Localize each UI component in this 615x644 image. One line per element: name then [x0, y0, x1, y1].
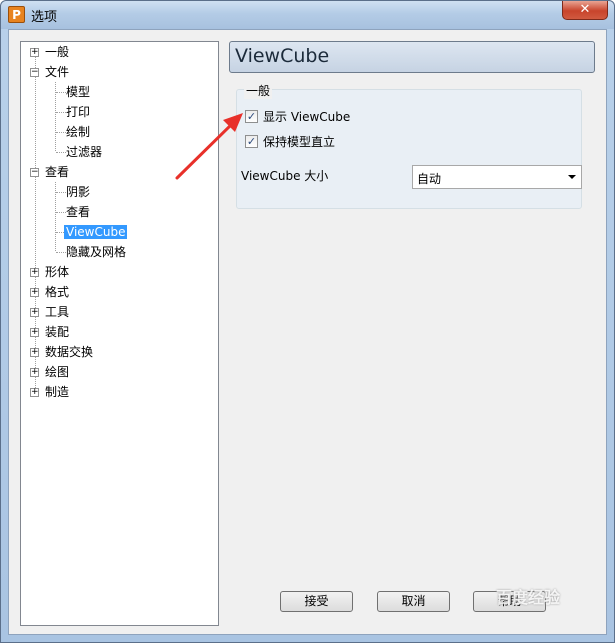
tree-item-label: 绘制	[66, 125, 91, 139]
expand-icon[interactable]: +	[30, 368, 39, 377]
keep-upright-checkbox[interactable]: ✓	[245, 135, 258, 148]
group-caption: 一般	[244, 82, 273, 99]
tree-connector	[56, 152, 66, 153]
tree-connector	[56, 92, 66, 93]
tree-connector	[56, 252, 66, 253]
cancel-button[interactable]: 取消	[377, 591, 450, 612]
tree-item-label: 过滤器	[66, 145, 103, 159]
expand-icon[interactable]: +	[30, 288, 39, 297]
tree-item-label-selected: ViewCube	[64, 225, 128, 239]
category-tree[interactable]: + 一般 − 文件 模型 打印 绘制 过滤器 − 查看 阴影 查看 ViewCu…	[20, 41, 219, 626]
watermark-logo: 百度经验	[496, 588, 561, 607]
tree-item-filter[interactable]: 过滤器	[66, 143, 102, 161]
expand-icon[interactable]: +	[30, 348, 39, 357]
tree-item-print[interactable]: 打印	[66, 103, 90, 121]
expand-icon[interactable]: +	[30, 328, 39, 337]
tree-item-label: 查看	[45, 165, 70, 179]
tree-connector	[56, 112, 66, 113]
panel-header: ViewCube	[229, 41, 595, 73]
dropdown-arrow-icon[interactable]	[568, 175, 576, 179]
show-viewcube-checkbox[interactable]: ✓	[245, 110, 258, 123]
tree-connector	[56, 132, 66, 133]
tree-item-label: 打印	[66, 105, 91, 119]
ok-button[interactable]: 接受	[280, 591, 353, 612]
tree-item-label: 格式	[45, 285, 70, 299]
viewcube-size-select[interactable]: 自动	[412, 165, 582, 189]
tree-item-label: 文件	[45, 65, 70, 79]
tree-connector	[56, 212, 66, 213]
tree-trunk-line	[35, 56, 36, 396]
expand-icon[interactable]: +	[30, 48, 39, 57]
collapse-icon[interactable]: −	[30, 68, 39, 77]
dialog-client: + 一般 − 文件 模型 打印 绘制 过滤器 − 查看 阴影 查看 ViewCu…	[8, 29, 607, 635]
app-icon: P	[8, 6, 25, 23]
options-dialog: P 选项 ✕ + 一般 − 文件 模型 打印 绘制 过滤器 − 查看 阴影 查看…	[0, 0, 615, 643]
viewcube-size-label: ViewCube 大小	[241, 169, 329, 183]
show-viewcube-label: 显示 ViewCube	[263, 110, 351, 124]
tree-item-label: 装配	[45, 325, 70, 339]
close-button[interactable]: ✕	[562, 1, 608, 20]
collapse-icon[interactable]: −	[30, 168, 39, 177]
panel-title: ViewCube	[235, 45, 330, 67]
tree-item-model[interactable]: 模型	[66, 83, 90, 101]
tree-item-label: 绘图	[45, 365, 70, 379]
tree-item-draw[interactable]: 绘制	[66, 123, 90, 141]
tree-item-label: 工具	[45, 305, 70, 319]
window-title: 选项	[31, 10, 58, 25]
tree-item-label: 形体	[45, 265, 70, 279]
tree-item-label: 制造	[45, 385, 70, 399]
tree-item-label: 一般	[45, 45, 70, 59]
tree-item-label: 隐藏及网格	[66, 245, 127, 259]
tree-item-label: 阴影	[66, 185, 91, 199]
tree-item-viewcube[interactable]: ViewCube	[64, 223, 128, 241]
tree-item-label: 数据交换	[45, 345, 94, 359]
tree-connector	[56, 192, 66, 193]
expand-icon[interactable]: +	[30, 268, 39, 277]
tree-item-label: 模型	[66, 85, 91, 99]
tree-item-label: 查看	[66, 205, 91, 219]
tree-item-hide-grid[interactable]: 隐藏及网格	[66, 243, 126, 261]
title-bar[interactable]: P 选项 ✕	[1, 1, 614, 29]
tree-item-shading[interactable]: 阴影	[66, 183, 90, 201]
tree-item-view[interactable]: 查看	[66, 203, 90, 221]
expand-icon[interactable]: +	[30, 308, 39, 317]
viewcube-size-value: 自动	[417, 172, 442, 186]
keep-upright-label: 保持模型直立	[263, 135, 336, 149]
expand-icon[interactable]: +	[30, 388, 39, 397]
